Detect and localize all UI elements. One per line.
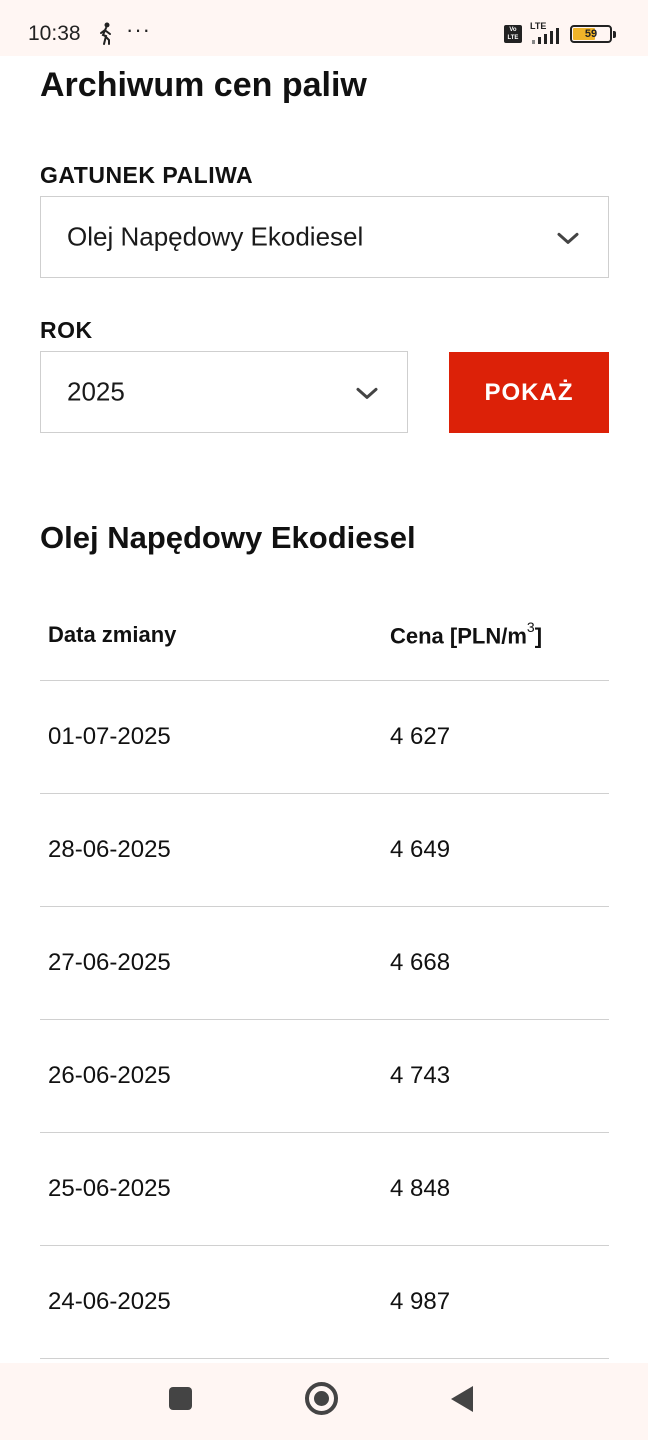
- table-row: 27-06-2025 4 668: [40, 907, 609, 1020]
- table-row: 26-06-2025 4 743: [40, 1020, 609, 1133]
- column-header-price: Cena [PLN/m3]: [390, 619, 543, 649]
- row-date: 27-06-2025: [48, 949, 171, 976]
- signal-icon: LTE: [528, 21, 560, 45]
- volte-icon: Vo LTE: [504, 25, 522, 43]
- results-title: Olej Napędowy Ekodiesel: [40, 520, 416, 555]
- price-header-text: Cena [PLN/m: [390, 623, 527, 649]
- year-label: ROK: [40, 317, 93, 343]
- battery-icon: 59: [570, 25, 616, 43]
- fuel-type-select[interactable]: Olej Napędowy Ekodiesel: [40, 196, 609, 278]
- year-value: 2025: [67, 376, 125, 407]
- table-row: 25-06-2025 4 848: [40, 1133, 609, 1246]
- status-bar: 10:38 ··· Vo LTE LTE 59: [0, 0, 648, 56]
- row-date: 26-06-2025: [48, 1062, 171, 1089]
- row-price: 4 649: [390, 836, 451, 863]
- row-date: 24-06-2025: [48, 1288, 171, 1315]
- status-time: 10:38: [28, 22, 81, 45]
- page-title: Archiwum cen paliw: [40, 66, 367, 104]
- fuel-type-value: Olej Napędowy Ekodiesel: [67, 221, 364, 252]
- table-row: 28-06-2025 4 649: [40, 794, 609, 907]
- back-icon[interactable]: [451, 1386, 473, 1412]
- status-indicators: Vo LTE LTE 59: [504, 21, 616, 46]
- fuel-type-label: GATUNEK PALIWA: [40, 162, 254, 188]
- column-header-date: Data zmiany: [48, 622, 177, 647]
- price-header-sup: 3: [526, 619, 535, 635]
- battery-level: 59: [584, 28, 598, 40]
- row-price: 4 668: [390, 949, 451, 976]
- table-row: 24-06-2025 4 987: [40, 1246, 609, 1359]
- price-header-close: ]: [534, 623, 543, 649]
- more-notifications-icon: ···: [126, 17, 151, 42]
- chevron-down-icon: [557, 232, 579, 244]
- table-row: 01-07-2025 4 627: [40, 681, 609, 794]
- battery-nub: [613, 31, 616, 38]
- row-date: 01-07-2025: [48, 723, 171, 750]
- recents-icon[interactable]: [169, 1387, 192, 1410]
- row-price: 4 848: [390, 1175, 451, 1202]
- navigation-bar: [0, 1363, 648, 1440]
- price-table: Data zmiany Cena [PLN/m3] 01-07-2025 4 6…: [40, 596, 609, 1359]
- row-date: 28-06-2025: [48, 836, 171, 863]
- row-price: 4 987: [390, 1288, 451, 1315]
- row-date: 25-06-2025: [48, 1175, 171, 1202]
- table-header: Data zmiany Cena [PLN/m3]: [40, 596, 609, 681]
- show-button[interactable]: POKAŻ: [449, 352, 609, 433]
- row-price: 4 627: [390, 723, 451, 750]
- home-icon[interactable]: [305, 1382, 338, 1415]
- year-select[interactable]: 2025: [40, 351, 408, 433]
- chevron-down-icon: [356, 387, 378, 399]
- walk-icon: [97, 22, 115, 46]
- row-price: 4 743: [390, 1062, 451, 1089]
